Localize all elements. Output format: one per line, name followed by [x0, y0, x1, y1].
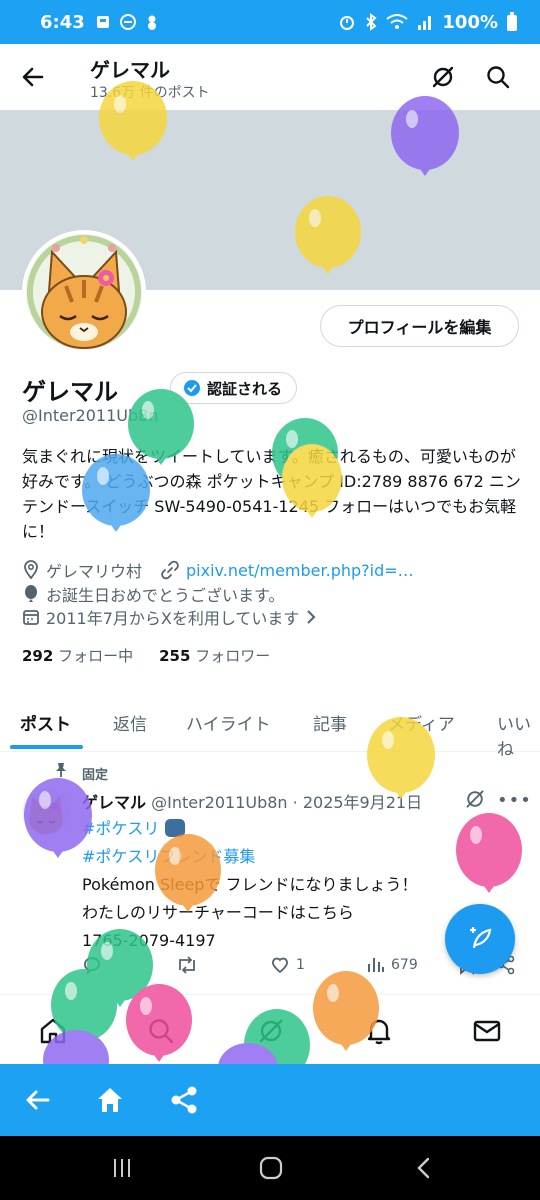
balloon-icon: [25, 585, 37, 602]
following-link[interactable]: 292 フォロー中: [22, 645, 133, 666]
battery-icon: [507, 12, 517, 31]
grok-icon[interactable]: [430, 64, 456, 90]
tab-likes[interactable]: いいね: [497, 710, 540, 760]
browser-share-icon[interactable]: [168, 1084, 200, 1116]
post-grok-icon[interactable]: [464, 788, 486, 810]
followers-count: 255: [159, 647, 191, 665]
back-arrow-icon[interactable]: [20, 64, 46, 90]
battery-percent: 100%: [442, 11, 498, 33]
notification-icons: [95, 13, 161, 31]
views-count: 679: [391, 957, 418, 973]
heart-icon: [272, 957, 288, 974]
messages-envelope-icon[interactable]: [472, 1016, 502, 1046]
mascot-icon: [147, 15, 156, 30]
sleeping-emoji-icon: [164, 819, 185, 837]
post-handle-date: @Inter2011Ub8n · 2025年9月21日: [151, 793, 423, 812]
tab-highlights[interactable]: ハイライト: [186, 710, 271, 735]
post-hashtag-1[interactable]: #ポケスリ: [82, 819, 159, 838]
status-time: 6:43: [40, 11, 85, 33]
post-hashtag-2[interactable]: #ポケスリフレンド募集: [82, 843, 512, 871]
post-author-name[interactable]: ゲレマル: [82, 793, 146, 812]
post-divider: [0, 994, 540, 995]
reply-button[interactable]: [82, 955, 102, 975]
post-line-1: Pokémon Sleepで フレンドになりましょう！: [82, 875, 418, 894]
link-icon: [161, 560, 179, 580]
following-label: フォロー中: [58, 647, 134, 665]
profile-website-link[interactable]: pixiv.net/member.php?id=…: [186, 561, 414, 580]
profile-meta-birthday: お誕生日おめでとうございます。: [22, 582, 284, 606]
profile-meta-joined[interactable]: 2011年7月からXを利用しています: [22, 605, 317, 629]
followers-label: フォロワー: [195, 647, 271, 665]
profile-birthday: お誕生日おめでとうございます。: [46, 586, 285, 605]
profile-tabs: ポスト 返信 ハイライト 記事 メディア いいね: [0, 700, 540, 760]
repost-button[interactable]: [176, 955, 198, 975]
notifications-bell-icon[interactable]: [364, 1016, 394, 1046]
profile-meta-location-website: ゲレマリウ村 pixiv.net/member.php?id=…: [22, 558, 414, 582]
profile-header-bar: ゲレマル 13.6万 件のポスト: [0, 44, 540, 110]
repost-icon: [179, 956, 195, 974]
post-author-avatar[interactable]: [22, 788, 70, 836]
followers-link[interactable]: 255 フォロワー: [159, 645, 270, 666]
profile-name: ゲレマル: [22, 378, 118, 406]
header-title: ゲレマル: [90, 58, 170, 82]
profile-location: ゲレマリウ村: [46, 562, 143, 581]
grok-nav-icon[interactable]: [256, 1016, 286, 1046]
app-notification-icon: [96, 16, 109, 28]
bottom-nav: [0, 998, 540, 1064]
like-count: 1: [296, 957, 305, 973]
home-icon[interactable]: [38, 1016, 68, 1046]
follow-stats: 292 フォロー中 255 フォロワー: [22, 645, 270, 666]
browser-bottom-bar: [0, 1064, 540, 1136]
compose-feather-icon: [470, 927, 492, 949]
views-button[interactable]: 679: [365, 955, 418, 975]
verify-label: 認証される: [207, 379, 283, 398]
wifi-icon: [386, 14, 409, 29]
cat-avatar-image: [26, 234, 142, 350]
post-header: ゲレマル @Inter2011Ub8n · 2025年9月21日: [82, 789, 422, 813]
chevron-right-icon: [307, 610, 316, 624]
bluetooth-icon: [366, 13, 377, 31]
alarm-icon: [340, 16, 355, 30]
like-button[interactable]: 1: [270, 955, 305, 975]
verified-badge-icon: [184, 380, 200, 396]
recent-apps-icon[interactable]: [110, 1156, 134, 1180]
compose-post-button[interactable]: [445, 904, 515, 974]
tab-articles[interactable]: 記事: [313, 710, 347, 735]
dnd-icon: [119, 14, 136, 30]
profile-joined: 2011年7月からXを利用しています: [46, 609, 300, 628]
system-navigation-bar: [0, 1136, 540, 1200]
profile-bio: 気まぐれに現状をツイートしています。癒されるもの、可愛いものが好みです。 どうぶ…: [22, 447, 521, 541]
location-pin-icon: [24, 560, 38, 580]
post-more-icon[interactable]: •••: [497, 790, 532, 811]
explore-search-icon[interactable]: [146, 1016, 176, 1046]
search-icon[interactable]: [485, 64, 511, 90]
get-verified-button[interactable]: 認証される: [170, 372, 298, 404]
active-tab-indicator: [10, 745, 83, 749]
following-count: 292: [22, 647, 54, 665]
pin-icon: [56, 763, 66, 777]
header-post-count: 13.6万 件のポスト: [90, 85, 210, 101]
profile-handle: @Inter2011Ub8n: [22, 406, 159, 425]
tab-media[interactable]: メディア: [388, 710, 455, 735]
status-bar: 6:43 100%: [0, 0, 540, 44]
system-icons: 100%: [338, 12, 518, 33]
pinned-label: 固定: [82, 768, 109, 783]
calendar-icon: [23, 610, 39, 625]
views-icon: [368, 958, 384, 972]
tab-posts[interactable]: ポスト: [20, 710, 71, 735]
browser-back-icon[interactable]: [22, 1084, 54, 1116]
tab-replies[interactable]: 返信: [113, 710, 147, 735]
reply-icon: [84, 957, 100, 975]
browser-home-icon[interactable]: [94, 1084, 126, 1116]
home-button-icon[interactable]: [258, 1156, 284, 1180]
edit-profile-button[interactable]: プロフィールを編集: [320, 305, 519, 347]
profile-avatar[interactable]: [22, 230, 146, 354]
system-back-icon[interactable]: [412, 1156, 436, 1180]
signal-icon: [418, 16, 432, 30]
